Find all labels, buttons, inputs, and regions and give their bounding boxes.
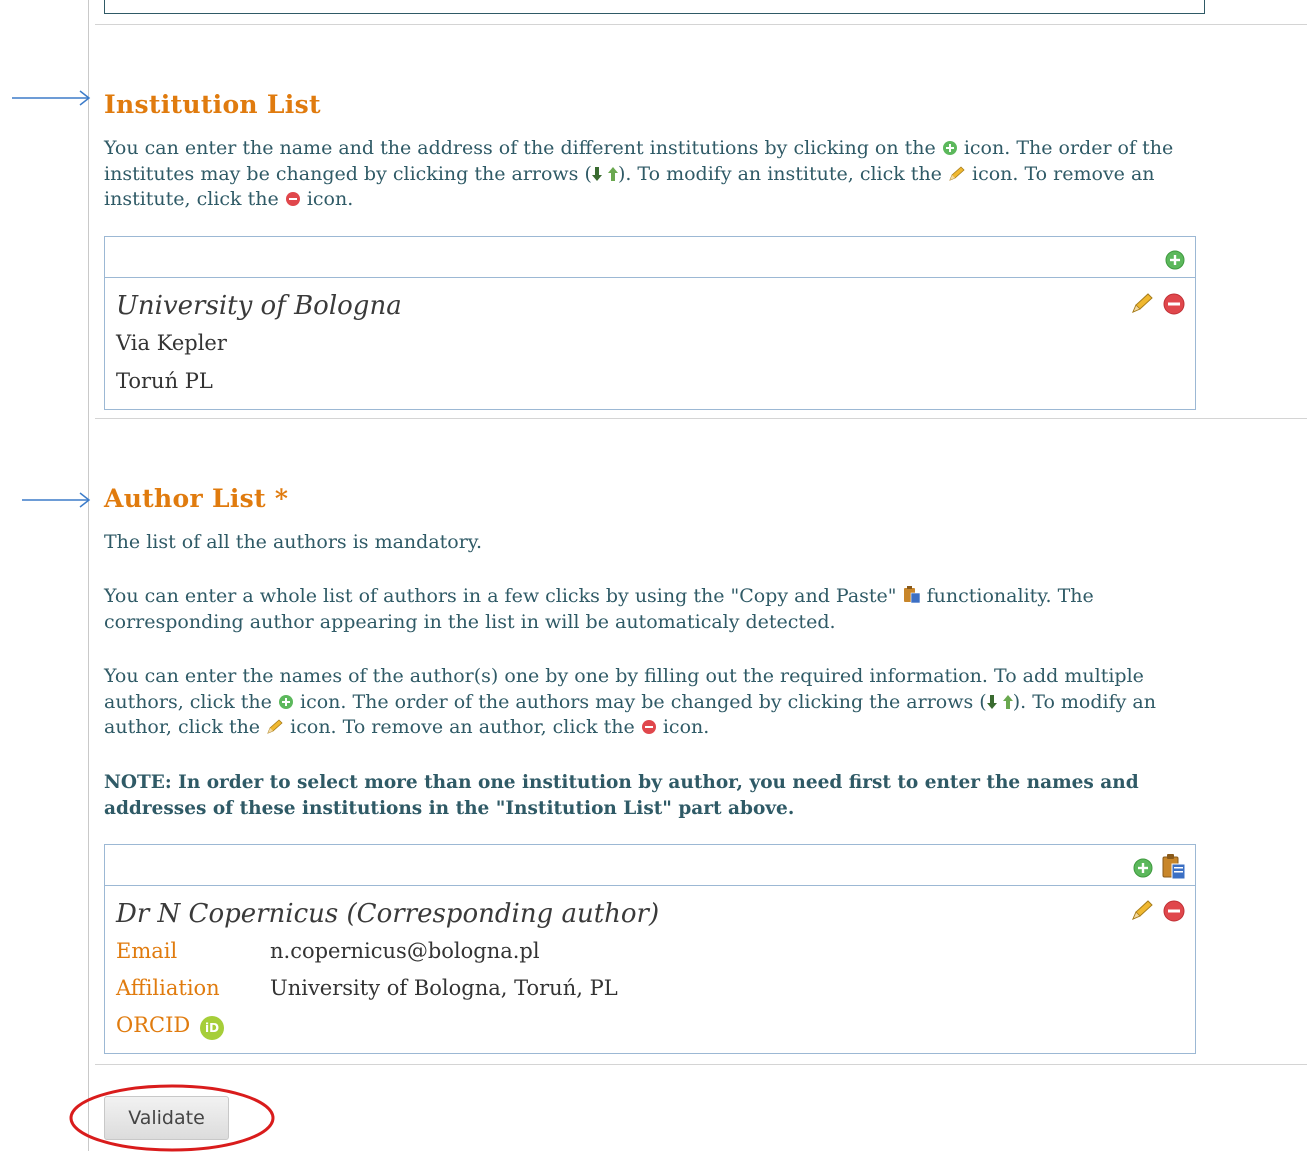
institution-address-line: Toruń PL	[116, 369, 213, 393]
remove-author-button[interactable]	[1163, 900, 1185, 922]
arrow-down-icon	[986, 694, 997, 709]
section-divider	[95, 1064, 1307, 1065]
edit-institution-button[interactable]	[1130, 292, 1154, 314]
add-icon	[942, 141, 957, 155]
annotation-arrow-icon	[22, 492, 91, 508]
institution-help-text: You can enter the name and the address o…	[104, 136, 1194, 213]
email-value: n.copernicus@bologna.pl	[270, 939, 540, 963]
remove-institution-button[interactable]	[1163, 293, 1185, 315]
annotation-ellipse	[69, 1084, 275, 1152]
annotation-arrow-icon	[12, 90, 91, 106]
affiliation-label: Affiliation	[116, 976, 220, 1000]
author-list-title: Author List *	[104, 484, 289, 513]
remove-icon	[641, 720, 656, 734]
edit-author-button[interactable]	[1130, 899, 1154, 921]
institution-address-line: Via Kepler	[116, 331, 227, 355]
author-note: NOTE: In order to select more than one i…	[104, 772, 1139, 819]
institution-help-part: You can enter the name and the address o…	[104, 137, 936, 159]
institution-panel: University of Bologna Via Kepler Toruń P…	[104, 236, 1196, 410]
arrow-up-icon	[607, 166, 618, 181]
author-mandatory-text: The list of all the authors is mandatory…	[104, 531, 483, 553]
clipboard-icon	[903, 586, 920, 604]
author-help-part: icon. The order of the authors may be ch…	[300, 690, 987, 713]
add-author-button[interactable]	[1133, 858, 1153, 878]
section-divider	[95, 24, 1307, 25]
institution-help-part: icon.	[306, 188, 354, 210]
pencil-icon	[267, 719, 283, 734]
author-toolbar	[105, 845, 1195, 886]
section-divider	[95, 418, 1307, 419]
institution-toolbar	[105, 237, 1195, 278]
author-help-text: You can enter the names of the author(s)…	[104, 664, 1194, 741]
author-help-part: icon. To remove an author, click the	[290, 716, 635, 738]
author-copy-paste-text: You can enter a whole list of authors in…	[104, 584, 1194, 635]
remove-icon	[285, 192, 300, 206]
add-institution-button[interactable]	[1165, 250, 1185, 270]
institution-name: University of Bologna	[116, 291, 402, 321]
institution-list-title: Institution List	[104, 90, 321, 119]
left-border-line	[88, 0, 89, 1151]
arrow-up-icon	[1002, 694, 1013, 709]
add-icon	[278, 694, 293, 709]
author-help-part: icon.	[662, 716, 710, 738]
arrow-down-icon	[591, 166, 602, 181]
previous-section-box	[104, 0, 1205, 14]
email-label: Email	[116, 939, 178, 963]
copy-paste-button[interactable]	[1161, 853, 1187, 881]
author-name: Dr N Copernicus (Corresponding author)	[116, 899, 660, 929]
affiliation-value: University of Bologna, Toruń, PL	[270, 976, 618, 1000]
author-copy-part: You can enter a whole list of authors in…	[104, 585, 897, 607]
institution-help-part: ). To modify an institute, click the	[617, 162, 942, 185]
orcid-label: ORCID	[116, 1013, 191, 1037]
author-panel: Dr N Copernicus (Corresponding author) E…	[104, 844, 1196, 1054]
pencil-icon	[949, 165, 965, 181]
orcid-icon[interactable]: iD	[200, 1016, 224, 1040]
